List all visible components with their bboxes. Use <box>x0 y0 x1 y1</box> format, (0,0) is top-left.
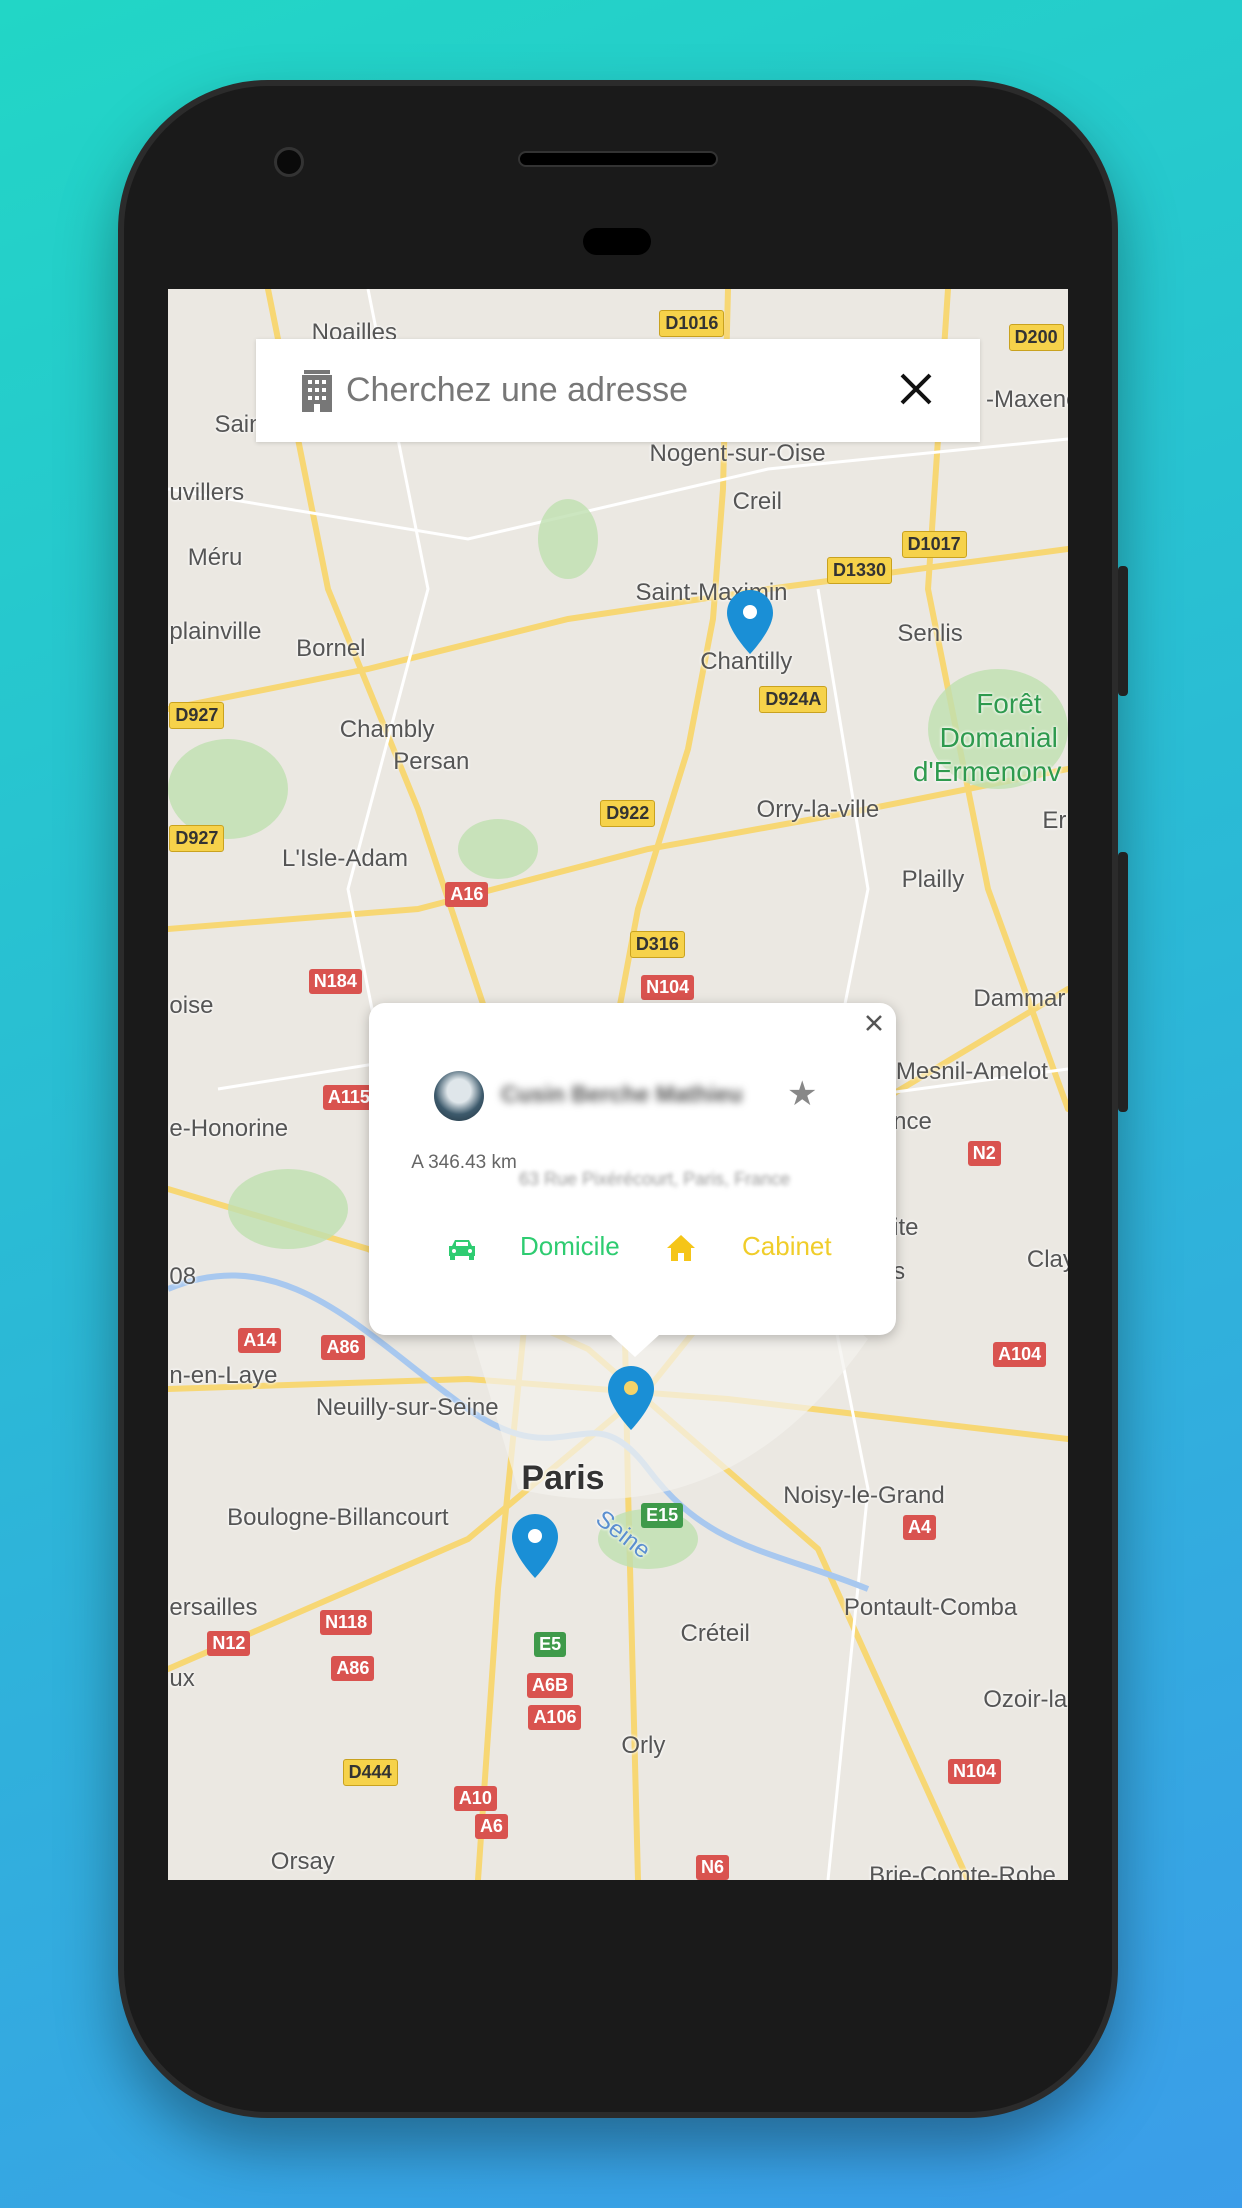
place-label: Paris <box>521 1459 605 1498</box>
speaker-grille <box>518 151 718 167</box>
map-pin-icon[interactable] <box>727 590 773 654</box>
place-label: Er <box>1042 807 1067 835</box>
place-label: Nogent-sur-Oise <box>649 439 826 467</box>
place-label: ersailles <box>169 1594 258 1622</box>
road-badge: E5 <box>534 1632 567 1658</box>
place-label: Boulogne-Billancourt <box>227 1504 449 1532</box>
distance: A 346.43 km <box>411 1152 517 1173</box>
place-label: -Maxene <box>986 386 1068 414</box>
road-badge: D316 <box>629 931 685 959</box>
road-badge: A104 <box>993 1342 1047 1368</box>
road-badge: N6 <box>696 1854 730 1880</box>
place-label: Dammar <box>973 984 1066 1012</box>
road-badge: D1330 <box>826 556 892 584</box>
star-icon[interactable]: ★ <box>787 1077 817 1111</box>
road-badge: D1017 <box>901 531 967 559</box>
road-badge: A106 <box>528 1705 582 1731</box>
map-pin-icon[interactable] <box>608 1366 654 1430</box>
road-badge: N2 <box>967 1140 1001 1166</box>
cabinet-button[interactable]: Cabinet <box>742 1231 832 1262</box>
road-badge: N104 <box>641 974 695 1000</box>
info-window: Cusin Berche Mathieu ★ A 346.43 km 63 Ru… <box>369 1003 896 1357</box>
place-label: Créteil <box>680 1619 750 1647</box>
place-label: ux <box>169 1664 195 1692</box>
place-label: d'Ermenonv <box>912 756 1062 788</box>
place-label: Bornel <box>296 635 366 663</box>
place-label: nce <box>893 1108 932 1136</box>
power-button <box>1118 566 1128 696</box>
road-badge: A115 <box>322 1084 375 1110</box>
domicile-button[interactable]: Domicile <box>520 1231 620 1262</box>
road-badge: N12 <box>207 1630 251 1656</box>
place-label: Orsay <box>270 1847 335 1875</box>
place-label: Ozoir-la- <box>983 1685 1068 1713</box>
place-label: Orry-la-ville <box>756 795 880 823</box>
road-badge: D200 <box>1008 324 1064 352</box>
road-badge: A14 <box>238 1328 282 1354</box>
practitioner-name[interactable]: Cusin Berche Mathieu <box>501 1081 743 1108</box>
address: 63 Rue Pixérécourt, Paris, France <box>519 1169 791 1189</box>
volume-button <box>1118 852 1128 1112</box>
place-label: Orly <box>621 1732 666 1760</box>
place-label: Pontault-Comba <box>843 1594 1018 1622</box>
close-icon[interactable] <box>862 1011 886 1035</box>
place-label: Senlis <box>897 619 963 647</box>
road-badge: N104 <box>948 1758 1002 1784</box>
home-icon[interactable] <box>666 1233 696 1263</box>
place-label: Persan <box>393 748 470 775</box>
search-input[interactable] <box>346 371 886 410</box>
place-label: e-Honorine <box>169 1115 289 1143</box>
road-badge: A6 <box>474 1813 508 1839</box>
road-badge: N184 <box>308 969 362 995</box>
place-label: Noisy-le-Grand <box>783 1481 945 1509</box>
front-camera <box>274 147 304 177</box>
place-label: uvillers <box>169 479 245 507</box>
place-label: ite <box>893 1214 919 1242</box>
place-label: Domanial <box>939 722 1058 754</box>
place-label: L'Isle-Adam <box>282 845 409 873</box>
place-label: Chambly <box>339 715 435 743</box>
place-label: plainville <box>169 618 262 646</box>
road-badge: N118 <box>320 1609 373 1635</box>
search-bar[interactable] <box>256 339 980 442</box>
place-label: Plailly <box>901 866 965 894</box>
road-badge: A4 <box>902 1515 936 1541</box>
place-label: Neuilly-sur-Seine <box>315 1394 499 1422</box>
road-badge: A86 <box>331 1656 375 1682</box>
road-badge: E15 <box>641 1502 684 1528</box>
map-pin-icon[interactable] <box>512 1514 558 1578</box>
place-label: Creil <box>732 487 782 515</box>
road-badge: D444 <box>342 1758 398 1786</box>
road-badge: A86 <box>321 1335 365 1361</box>
road-badge: D927 <box>169 825 225 853</box>
car-icon[interactable] <box>447 1238 477 1260</box>
place-label: Brie-Comte-Robe <box>869 1861 1056 1880</box>
close-icon[interactable] <box>896 369 936 409</box>
road-badge: D924A <box>759 686 828 714</box>
place-label: Clay <box>1026 1246 1068 1274</box>
road-badge: D927 <box>169 701 225 729</box>
road-badge: A10 <box>453 1785 497 1811</box>
road-badge: D1016 <box>659 310 725 338</box>
place-label: oise <box>169 991 214 1019</box>
building-icon <box>302 369 332 412</box>
place-label: Méru <box>187 543 243 571</box>
place-label: 08 <box>169 1263 197 1291</box>
road-badge: A16 <box>445 881 489 907</box>
place-label: Mesnil-Amelot <box>895 1057 1048 1085</box>
road-badge: A6B <box>527 1673 574 1699</box>
place-label: Forêt <box>976 688 1042 720</box>
road-badge: D922 <box>600 800 656 828</box>
earpiece <box>583 228 651 255</box>
place-label: n-en-Laye <box>169 1361 278 1389</box>
avatar <box>434 1071 484 1121</box>
map-view[interactable]: Noailles Sain uvillers Méru Nogent-sur-Oise C… <box>168 289 1068 1880</box>
